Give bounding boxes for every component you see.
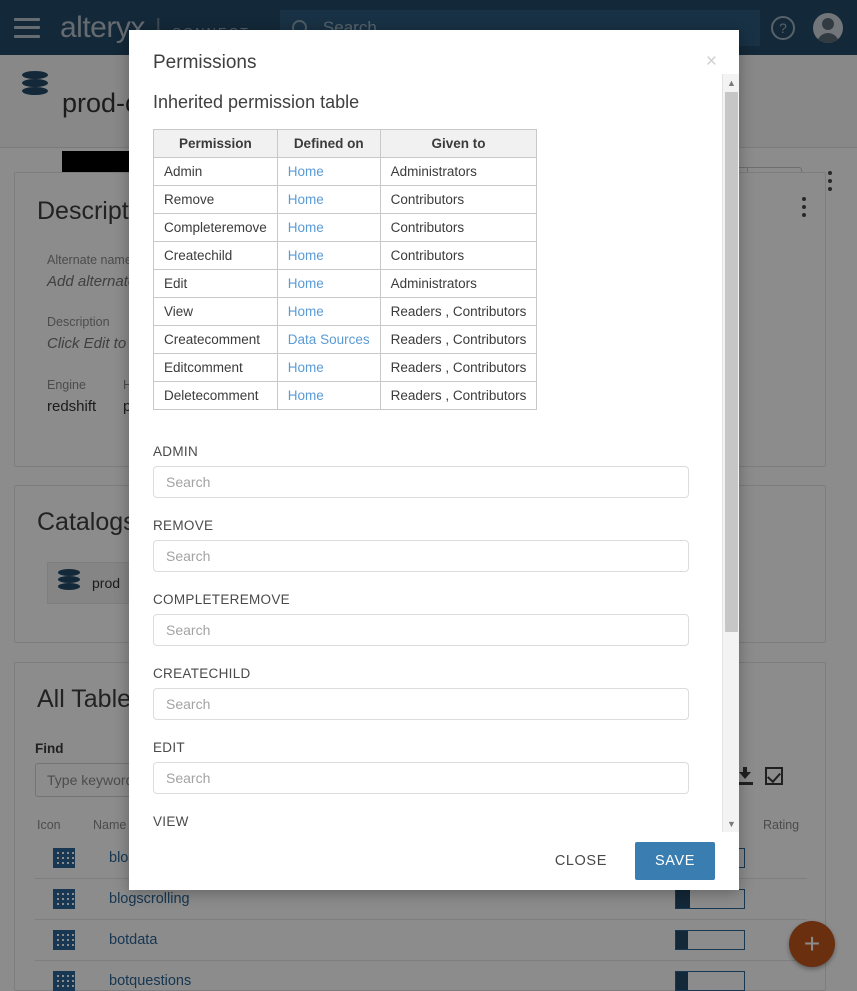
dialog-body: Inherited permission table Permission De… — [129, 74, 739, 832]
save-button[interactable]: SAVE — [634, 842, 715, 880]
defined-on-link[interactable]: Home — [288, 276, 324, 291]
permission-field-admin: ADMIN Search — [153, 444, 715, 498]
cell-permission: Editcomment — [153, 353, 278, 382]
defined-on-link[interactable]: Home — [288, 164, 324, 179]
edit-search-input[interactable]: Search — [153, 762, 689, 794]
field-label: CREATECHILD — [153, 666, 251, 681]
field-label: REMOVE — [153, 518, 214, 533]
cell-defined-on: Home — [276, 213, 381, 242]
scroll-up-arrow-icon[interactable]: ▲ — [723, 74, 739, 91]
cell-permission: View — [153, 297, 278, 326]
field-label: EDIT — [153, 740, 185, 755]
defined-on-link[interactable]: Home — [288, 248, 324, 263]
table-row: Editcomment Home Readers , Contributors — [153, 353, 538, 382]
defined-on-link[interactable]: Home — [288, 220, 324, 235]
cell-permission: Remove — [153, 185, 278, 214]
field-placeholder: Search — [166, 696, 211, 712]
table-row: Completeremove Home Contributors — [153, 213, 538, 242]
permission-field-remove: REMOVE Search — [153, 518, 715, 572]
column-header-given-to: Given to — [379, 129, 538, 158]
cell-given-to: Readers , Contributors — [379, 325, 538, 354]
cell-permission: Createchild — [153, 241, 278, 270]
table-row: View Home Readers , Contributors — [153, 297, 538, 326]
defined-on-link[interactable]: Home — [288, 304, 324, 319]
field-placeholder: Search — [166, 770, 211, 786]
cell-given-to: Administrators — [379, 157, 538, 186]
dialog-footer: CLOSE SAVE — [129, 832, 739, 890]
field-label: VIEW — [153, 814, 189, 829]
column-header-permission: Permission — [153, 129, 278, 158]
table-row: Createcomment Data Sources Readers , Con… — [153, 325, 538, 354]
column-header-defined-on: Defined on — [276, 129, 381, 158]
cell-permission: Createcomment — [153, 325, 278, 354]
defined-on-link[interactable]: Home — [288, 360, 324, 375]
permission-field-edit: EDIT Search — [153, 740, 715, 794]
field-placeholder: Search — [166, 548, 211, 564]
field-label: COMPLETEREMOVE — [153, 592, 290, 607]
completeremove-search-input[interactable]: Search — [153, 614, 689, 646]
cell-given-to: Contributors — [379, 241, 538, 270]
scrollbar-thumb[interactable] — [725, 92, 738, 632]
cell-given-to: Readers , Contributors — [379, 353, 538, 382]
inherited-permission-table: Permission Defined on Given to Admin Hom… — [153, 129, 538, 410]
defined-on-link[interactable]: Home — [288, 192, 324, 207]
permissions-dialog: Permissions × Inherited permission table… — [129, 30, 739, 890]
field-placeholder: Search — [166, 622, 211, 638]
screen: alteryx | CONNECT Search ? prod-c Home / — [0, 0, 857, 991]
permission-field-completeremove: COMPLETEREMOVE Search — [153, 592, 715, 646]
scroll-down-arrow-icon[interactable]: ▼ — [723, 815, 739, 832]
cell-defined-on: Data Sources — [276, 325, 381, 354]
cell-defined-on: Home — [276, 241, 381, 270]
cell-given-to: Administrators — [379, 269, 538, 298]
close-button[interactable]: CLOSE — [545, 845, 617, 877]
table-row: Remove Home Contributors — [153, 185, 538, 214]
dialog-header: Permissions × — [129, 30, 739, 74]
createchild-search-input[interactable]: Search — [153, 688, 689, 720]
permission-field-view: VIEW Search — [153, 814, 715, 832]
defined-on-link[interactable]: Home — [288, 388, 324, 403]
cell-defined-on: Home — [276, 353, 381, 382]
cell-given-to: Readers , Contributors — [379, 381, 538, 410]
cell-given-to: Readers , Contributors — [379, 297, 538, 326]
close-icon[interactable]: × — [706, 52, 717, 71]
permission-field-createchild: CREATECHILD Search — [153, 666, 715, 720]
table-row: Createchild Home Contributors — [153, 241, 538, 270]
field-label: ADMIN — [153, 444, 198, 459]
cell-defined-on: Home — [276, 185, 381, 214]
inherited-permission-section-title: Inherited permission table — [153, 92, 360, 112]
table-row: Edit Home Administrators — [153, 269, 538, 298]
admin-search-input[interactable]: Search — [153, 466, 689, 498]
cell-permission: Admin — [153, 157, 278, 186]
table-row: Admin Home Administrators — [153, 157, 538, 186]
cell-defined-on: Home — [276, 381, 381, 410]
dialog-scrollbar[interactable]: ▲ ▼ — [722, 74, 739, 832]
cell-given-to: Contributors — [379, 213, 538, 242]
cell-given-to: Contributors — [379, 185, 538, 214]
dialog-title: Permissions — [153, 52, 257, 73]
cell-permission: Edit — [153, 269, 278, 298]
cell-permission: Deletecomment — [153, 381, 278, 410]
defined-on-link[interactable]: Data Sources — [288, 332, 370, 347]
field-placeholder: Search — [166, 474, 211, 490]
table-row: Deletecomment Home Readers , Contributor… — [153, 381, 538, 410]
table-header-row: Permission Defined on Given to — [153, 129, 538, 158]
cell-defined-on: Home — [276, 269, 381, 298]
remove-search-input[interactable]: Search — [153, 540, 689, 572]
cell-defined-on: Home — [276, 297, 381, 326]
cell-defined-on: Home — [276, 157, 381, 186]
cell-permission: Completeremove — [153, 213, 278, 242]
dialog-content: Inherited permission table Permission De… — [129, 74, 739, 832]
